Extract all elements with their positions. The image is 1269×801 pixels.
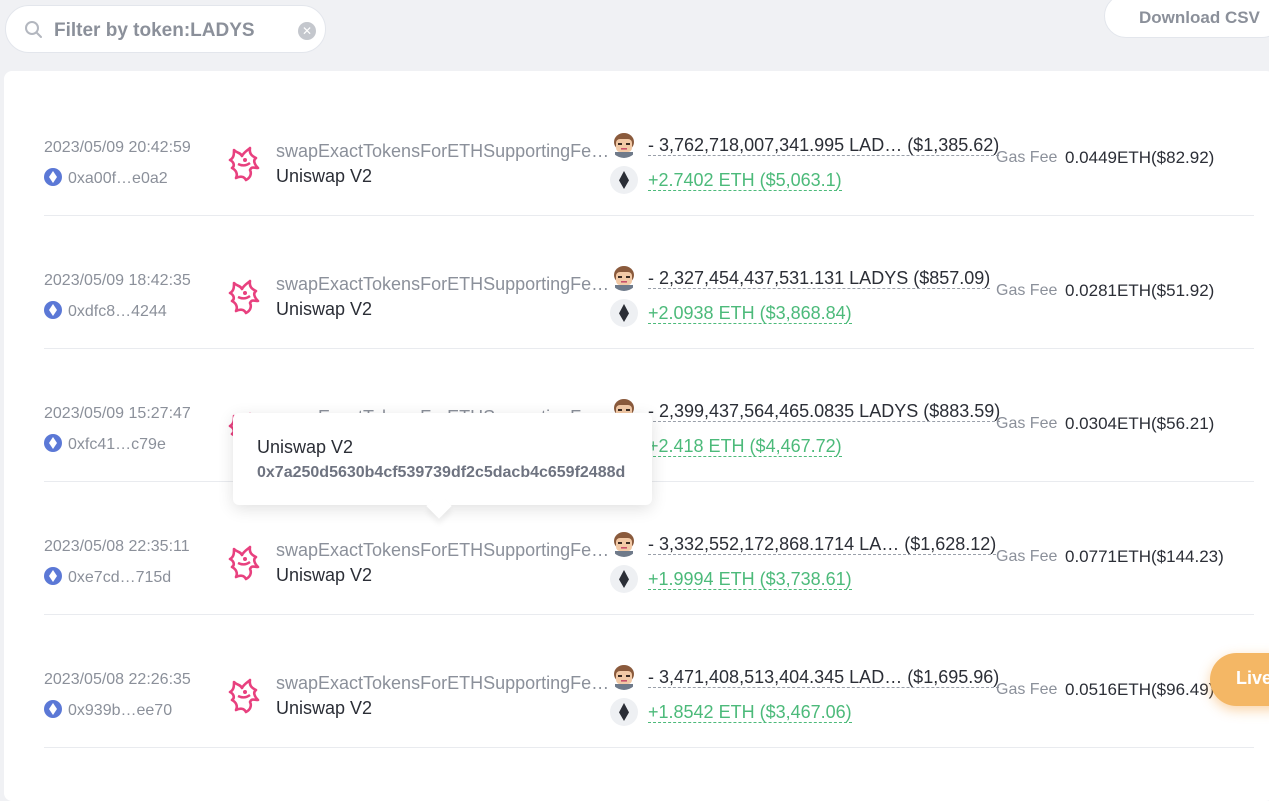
transaction-row: 2023/05/09 20:42:59 0xa00f…e0a2 swapExac… [4, 84, 1254, 216]
row-divider [44, 747, 1254, 748]
tx-method: swapExactTokensForETHSupportingFeeO… [276, 673, 610, 693]
token-out-amount[interactable]: - 2,399,437,564,465.0835 LADYS ($883.59) [648, 401, 1001, 422]
ladys-token-icon [610, 529, 638, 557]
tx-date: 2023/05/08 22:35:11 [44, 538, 190, 555]
uniswap-logo-icon [228, 678, 260, 714]
gas-fee-value: 0.0516ETH($96.49) [1065, 680, 1215, 699]
gas-fee-label: Gas Fee [996, 415, 1058, 432]
ethereum-chain-icon [44, 168, 62, 186]
search-icon [25, 21, 42, 38]
tx-date: 2023/05/08 22:26:35 [44, 671, 191, 688]
gas-fee-label: Gas Fee [996, 149, 1058, 166]
token-out-amount[interactable]: - 2,327,454,437,531.131 LADYS ($857.09) [648, 268, 991, 289]
live-button[interactable]: Live [1210, 653, 1269, 706]
tx-method: swapExactTokensForETHSupportingFeeO… [276, 141, 610, 161]
row-divider [44, 215, 1254, 216]
token-out-amount[interactable]: - 3,762,718,007,341.995 LAD… ($1,385.62) [648, 135, 1000, 156]
download-csv-button[interactable]: Download CSV [1104, 0, 1269, 38]
gas-fee-value: 0.0281ETH($51.92) [1065, 281, 1215, 300]
ethereum-chain-icon [44, 700, 62, 718]
ladys-token-icon [610, 662, 638, 690]
ethereum-chain-icon [44, 434, 62, 452]
platform-tooltip: Uniswap V2 0x7a250d5630b4cf539739df2c5da… [233, 413, 652, 505]
tx-hash: 0x939b…ee70 [68, 702, 173, 719]
row-divider [44, 614, 1254, 615]
tx-hash-link[interactable]: 0xdfc8…4244 [44, 301, 167, 321]
tx-date: 2023/05/09 15:27:47 [44, 405, 191, 422]
eth-in-amount[interactable]: +1.9994 ETH ($3,738.61) [648, 569, 852, 590]
ladys-token-icon [610, 263, 638, 291]
ethereum-icon [610, 698, 638, 726]
uniswap-logo-icon [228, 146, 260, 182]
gas-fee-value: 0.0771ETH($144.23) [1065, 547, 1224, 566]
ethereum-icon [610, 299, 638, 327]
tx-hash: 0xa00f…e0a2 [68, 170, 168, 187]
tooltip-address[interactable]: 0x7a250d5630b4cf539739df2c5dacb4c659f248… [257, 464, 625, 482]
gas-fee-value: 0.0304ETH($56.21) [1065, 414, 1215, 433]
gas-fee-label: Gas Fee [996, 681, 1058, 698]
uniswap-logo-icon [228, 545, 260, 581]
filter-text: Filter by token:LADYS [54, 20, 255, 41]
close-circle-icon[interactable]: ✕ [298, 22, 316, 40]
ethereum-icon [610, 166, 638, 194]
tx-hash-link[interactable]: 0xe7cd…715d [44, 567, 171, 587]
tooltip-title: Uniswap V2 [257, 437, 354, 457]
transaction-row: 2023/05/09 18:42:35 0xdfc8…4244 swapExac… [4, 217, 1254, 349]
token-filter-input[interactable]: Filter by token:LADYS ✕ [5, 5, 326, 53]
tx-platform-link[interactable]: Uniswap V2 [276, 299, 372, 320]
row-divider [44, 348, 1254, 349]
ethereum-icon [610, 565, 638, 593]
gas-fee-label: Gas Fee [996, 282, 1058, 299]
eth-in-amount[interactable]: +2.0938 ETH ($3,868.84) [648, 303, 852, 324]
eth-in-amount[interactable]: +2.418 ETH ($4,467.72) [648, 436, 842, 457]
token-out-amount[interactable]: - 3,332,552,172,868.1714 LA… ($1,628.12) [648, 534, 997, 555]
tx-platform-link[interactable]: Uniswap V2 [276, 166, 372, 187]
ethereum-chain-icon [44, 567, 62, 585]
eth-in-amount[interactable]: +2.7402 ETH ($5,063.1) [648, 170, 842, 191]
tx-hash: 0xdfc8…4244 [68, 303, 167, 320]
ethereum-chain-icon [44, 301, 62, 319]
tx-method: swapExactTokensForETHSupportingFeeO… [276, 274, 610, 294]
transaction-row: 2023/05/08 22:26:35 0x939b…ee70 swapExac… [4, 616, 1254, 748]
token-out-amount[interactable]: - 3,471,408,513,404.345 LAD… ($1,695.96) [648, 667, 1000, 688]
gas-fee-value: 0.0449ETH($82.92) [1065, 148, 1215, 167]
tx-platform-link[interactable]: Uniswap V2 [276, 565, 372, 586]
gas-fee-label: Gas Fee [996, 548, 1058, 565]
tx-hash: 0xfc41…c79e [68, 436, 166, 453]
tx-platform-link[interactable]: Uniswap V2 [276, 698, 372, 719]
tx-hash: 0xe7cd…715d [68, 569, 172, 586]
eth-in-amount[interactable]: +1.8542 ETH ($3,467.06) [648, 702, 852, 723]
tx-method: swapExactTokensForETHSupportingFeeO… [276, 540, 610, 560]
uniswap-logo-icon [228, 279, 260, 315]
tx-hash-link[interactable]: 0xfc41…c79e [44, 434, 166, 454]
tx-date: 2023/05/09 18:42:35 [44, 272, 191, 289]
tx-date: 2023/05/09 20:42:59 [44, 139, 191, 156]
tx-hash-link[interactable]: 0x939b…ee70 [44, 700, 172, 720]
ladys-token-icon [610, 130, 638, 158]
tx-hash-link[interactable]: 0xa00f…e0a2 [44, 168, 168, 188]
